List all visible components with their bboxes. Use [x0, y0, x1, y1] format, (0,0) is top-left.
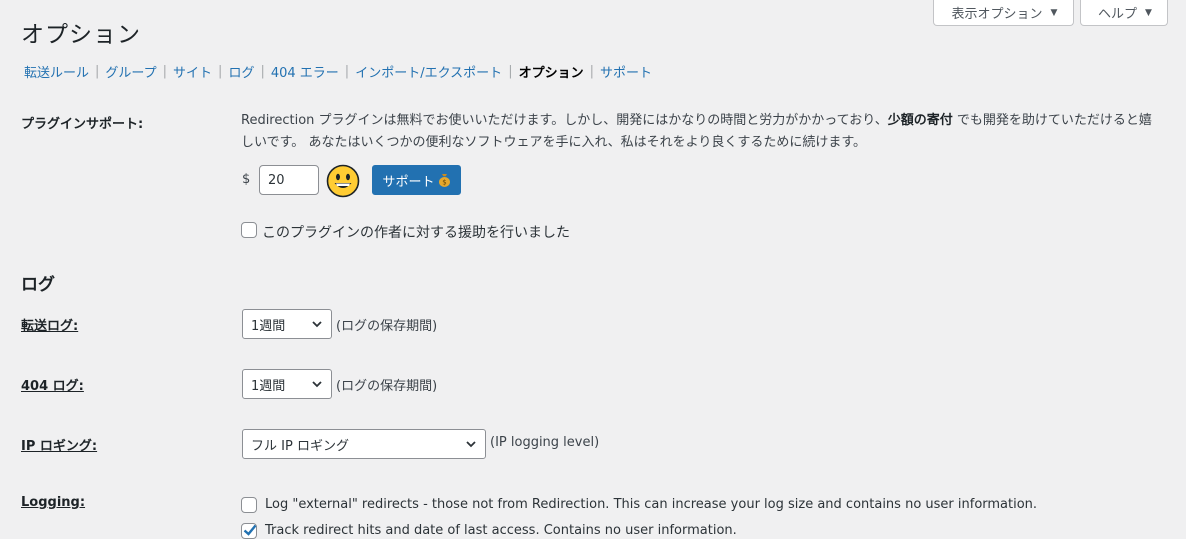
subnav-separator: | — [218, 64, 223, 79]
page-title: オプション — [21, 22, 141, 48]
log-404-value: 1週間 — [251, 378, 286, 394]
moneybag-icon: $ — [438, 174, 450, 187]
logging-label: Logging: — [21, 495, 86, 510]
checkmark-icon — [243, 524, 257, 536]
ip-logging-label: IP ロギング: — [21, 439, 98, 454]
subnav-item-site[interactable]: サイト — [173, 62, 212, 81]
subnav: 転送ルール | グループ | サイト | ログ | 404 エラー | インポー… — [24, 62, 652, 81]
chevron-down-icon — [312, 381, 322, 388]
subnav-item-options[interactable]: オプション — [519, 62, 584, 81]
chevron-down-icon — [466, 441, 476, 448]
svg-text:$: $ — [442, 179, 446, 187]
support-desc-bold: 少額の寄付 — [887, 113, 953, 128]
redirect-log-value: 1週間 — [251, 318, 286, 334]
redirect-log-hint: (ログの保存期間) — [336, 319, 438, 334]
support-button-label: サポート — [382, 174, 435, 190]
logs-section-heading: ログ — [21, 275, 55, 295]
track-hits-checkbox[interactable] — [241, 523, 257, 539]
subnav-separator: | — [260, 64, 265, 79]
redirect-log-select[interactable]: 1週間 — [242, 309, 332, 339]
log-external-checkbox[interactable] — [241, 497, 257, 513]
plugin-support-description: Redirection プラグインは無料でお使いいただけます。しかし、開発にはか… — [241, 110, 1161, 154]
log-404-hint: (ログの保存期間) — [336, 379, 438, 394]
subnav-separator: | — [589, 64, 594, 79]
subnav-item-log[interactable]: ログ — [228, 62, 254, 81]
ip-logging-value: フル IP ロギング — [251, 438, 349, 454]
donation-amount-input[interactable] — [259, 165, 319, 195]
caret-down-icon: ▼ — [1050, 7, 1058, 18]
support-desc-part1: Redirection プラグインは無料でお使いいただけます。しかし、開発にはか… — [241, 113, 888, 128]
ip-logging-hint: (IP logging level) — [490, 435, 600, 450]
help-button[interactable]: ヘルプ ▼ — [1080, 0, 1168, 26]
subnav-item-groups[interactable]: グループ — [105, 62, 156, 81]
smiley-icon — [326, 164, 360, 198]
currency-symbol: $ — [242, 172, 251, 187]
help-label: ヘルプ — [1098, 7, 1138, 22]
plugin-support-label: プラグインサポート: — [21, 117, 144, 132]
screen-options-button[interactable]: 表示オプション ▼ — [933, 0, 1074, 26]
caret-down-icon: ▼ — [1145, 7, 1152, 18]
supported-checkbox[interactable] — [241, 222, 257, 238]
log-404-select[interactable]: 1週間 — [242, 369, 332, 399]
redirect-log-label: 転送ログ: — [21, 319, 79, 334]
log-404-label: 404 ログ: — [21, 379, 84, 394]
subnav-item-404-errors[interactable]: 404 エラー — [271, 62, 339, 81]
supported-checkbox-label: このプラグインの作者に対する援助を行いました — [262, 225, 570, 241]
subnav-item-support[interactable]: サポート — [600, 62, 652, 81]
ip-logging-select[interactable]: フル IP ロギング — [242, 429, 486, 459]
log-external-label: Log "external" redirects - those not fro… — [265, 497, 1038, 512]
subnav-item-import-export[interactable]: インポート/エクスポート — [355, 62, 502, 81]
track-hits-label: Track redirect hits and date of last acc… — [265, 523, 737, 538]
subnav-separator: | — [162, 64, 168, 79]
subnav-separator: | — [508, 64, 513, 79]
screen-options-label: 表示オプション — [951, 7, 1043, 22]
support-button[interactable]: サポート $ — [372, 165, 461, 195]
subnav-separator: | — [344, 64, 350, 79]
subnav-separator: | — [95, 64, 100, 79]
subnav-item-redirects[interactable]: 転送ルール — [24, 62, 89, 81]
chevron-down-icon — [312, 321, 322, 328]
screen-meta-links: 表示オプション ▼ ヘルプ ▼ — [933, 0, 1168, 26]
